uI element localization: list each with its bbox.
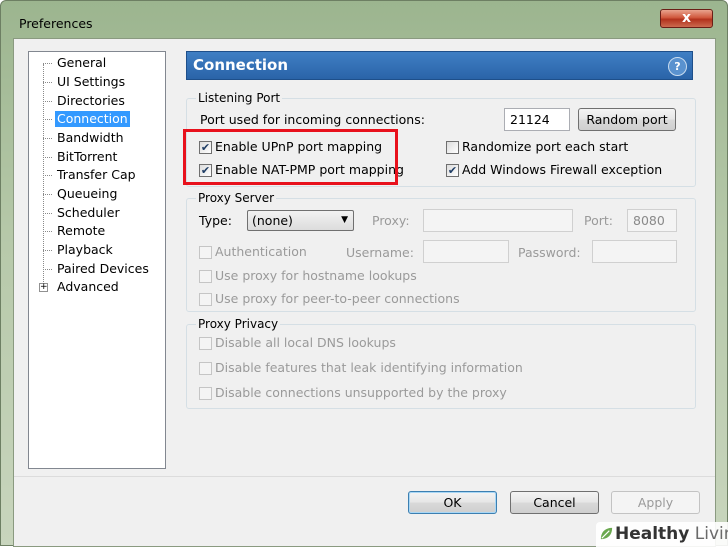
- proxy-server-label: Proxy Server: [196, 191, 277, 205]
- preferences-window: Preferences x General UI Settings Direct…: [0, 0, 728, 547]
- proxy-privacy-label: Proxy Privacy: [196, 317, 281, 331]
- cancel-button[interactable]: Cancel: [510, 491, 599, 514]
- password-label: Password:: [518, 245, 581, 260]
- help-icon[interactable]: ?: [668, 57, 687, 76]
- sidebar-item-scheduler[interactable]: Scheduler: [55, 205, 122, 221]
- port-input[interactable]: 21124: [504, 108, 570, 131]
- sidebar-item-directories[interactable]: Directories: [55, 93, 127, 109]
- authentication-checkbox[interactable]: [199, 246, 212, 259]
- sidebar-item-general[interactable]: General: [55, 55, 108, 71]
- peer-connections-label: Use proxy for peer-to-peer connections: [215, 291, 460, 306]
- sidebar-item-queueing[interactable]: Queueing: [55, 186, 119, 202]
- listening-port-label: Listening Port: [196, 91, 283, 105]
- ok-button[interactable]: OK: [408, 491, 497, 514]
- leaf-icon: [600, 527, 613, 540]
- sidebar-item-connection[interactable]: Connection: [55, 111, 130, 127]
- disable-unsupported-label: Disable connections unsupported by the p…: [215, 385, 507, 400]
- sidebar-item-transfer-cap[interactable]: Transfer Cap: [55, 167, 138, 183]
- proxy-type-value: (none): [252, 213, 293, 228]
- sidebar-item-playback[interactable]: Playback: [55, 242, 115, 258]
- dropdown-arrow-icon: ▼: [341, 215, 348, 225]
- randomize-port-label: Randomize port each start: [462, 139, 629, 154]
- watermark-brand: Healthy: [615, 524, 690, 544]
- category-tree[interactable]: General UI Settings Directories Connecti…: [28, 51, 166, 469]
- proxy-input[interactable]: [423, 209, 573, 232]
- expand-plus-icon[interactable]: +: [39, 283, 48, 292]
- username-label: Username:: [346, 245, 414, 260]
- proxy-type-select[interactable]: (none) ▼: [247, 210, 354, 231]
- proxy-type-label: Type:: [199, 213, 232, 228]
- disable-dns-label: Disable all local DNS lookups: [215, 335, 396, 350]
- watermark: Healthy Living: [596, 522, 728, 547]
- sidebar-item-advanced[interactable]: Advanced: [55, 279, 121, 295]
- proxy-port-input[interactable]: 8080: [627, 209, 677, 232]
- username-input[interactable]: [423, 240, 509, 263]
- randomize-port-checkbox[interactable]: [446, 141, 459, 154]
- apply-button[interactable]: Apply: [611, 491, 700, 514]
- sidebar-item-remote[interactable]: Remote: [55, 223, 107, 239]
- sidebar-item-bittorrent[interactable]: BitTorrent: [55, 149, 119, 165]
- disable-leak-checkbox[interactable]: [199, 362, 212, 375]
- port-label: Port used for incoming connections:: [200, 112, 425, 127]
- peer-connections-checkbox[interactable]: [199, 293, 212, 306]
- password-input[interactable]: [592, 240, 677, 263]
- sidebar-item-paired-devices[interactable]: Paired Devices: [55, 261, 151, 277]
- disable-unsupported-checkbox[interactable]: [199, 387, 212, 400]
- authentication-label: Authentication: [215, 244, 307, 259]
- disable-leak-label: Disable features that leak identifying i…: [215, 360, 523, 375]
- highlight-box: [183, 129, 398, 185]
- tree-connector-line: [43, 64, 44, 290]
- random-port-button[interactable]: Random port: [578, 108, 676, 131]
- sidebar-item-bandwidth[interactable]: Bandwidth: [55, 130, 126, 146]
- close-button[interactable]: x: [660, 9, 713, 28]
- firewall-exception-label: Add Windows Firewall exception: [462, 162, 663, 177]
- firewall-exception-checkbox[interactable]: ✔: [446, 164, 459, 177]
- panel-header: Connection ?: [186, 51, 693, 80]
- footer-divider: [14, 476, 715, 477]
- proxy-label: Proxy:: [372, 213, 410, 228]
- watermark-suffix: Living: [694, 524, 728, 544]
- hostname-lookups-label: Use proxy for hostname lookups: [215, 268, 417, 283]
- hostname-lookups-checkbox[interactable]: [199, 270, 212, 283]
- proxy-port-label: Port:: [584, 213, 613, 228]
- page-title: Connection: [193, 56, 289, 74]
- sidebar-item-ui-settings[interactable]: UI Settings: [55, 74, 127, 90]
- disable-dns-checkbox[interactable]: [199, 337, 212, 350]
- window-title: Preferences: [19, 16, 93, 31]
